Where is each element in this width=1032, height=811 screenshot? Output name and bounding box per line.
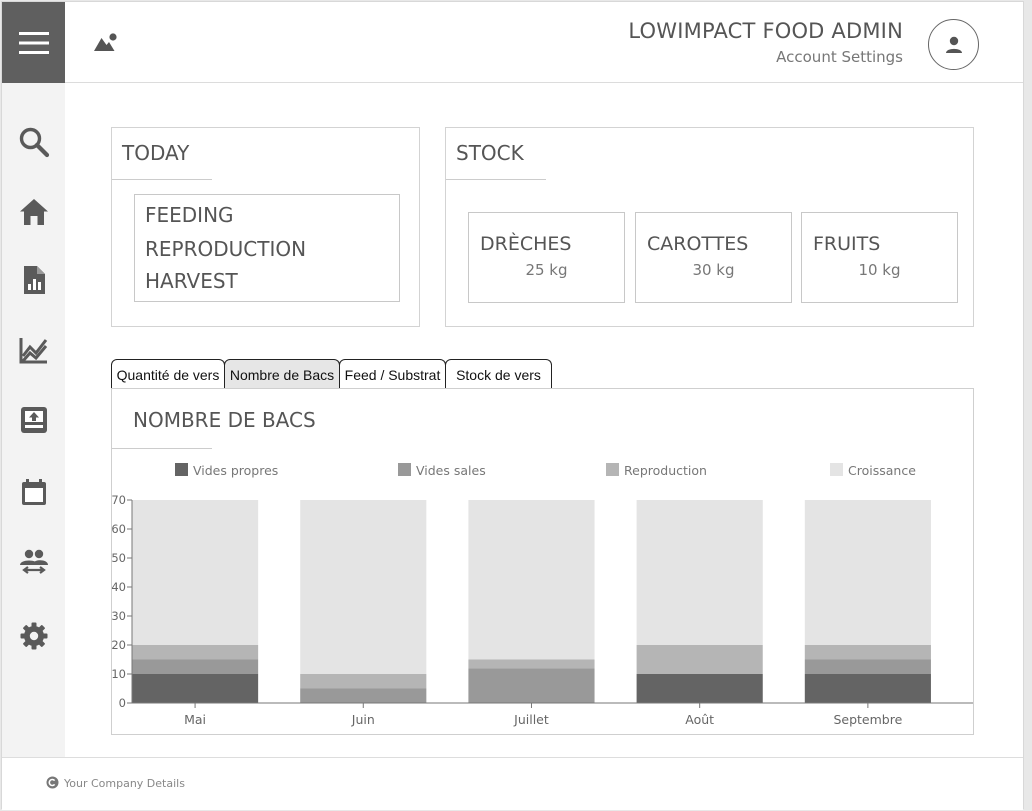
x-tick-label: Juillet: [513, 712, 549, 727]
sidebar-item-settings[interactable]: [2, 613, 65, 659]
x-tick-label: Septembre: [833, 712, 902, 727]
search-icon: [19, 127, 49, 158]
bar-segment: [468, 668, 595, 703]
stock-title: STOCK: [456, 141, 524, 165]
calendar-icon: [21, 479, 46, 505]
today-item-harvest[interactable]: HARVEST: [145, 269, 238, 293]
legend-swatch: [606, 463, 619, 476]
stock-name: FRUITS: [813, 233, 881, 255]
bar-segment: [636, 500, 763, 645]
legend-swatch: [830, 463, 843, 476]
footer-company-details[interactable]: Your Company Details: [64, 777, 185, 790]
legend-label: Vides propres: [193, 463, 278, 478]
sidebar-item-analytics[interactable]: [2, 327, 65, 373]
avatar-button[interactable]: [928, 19, 979, 70]
chart-card: NOMBRE DE BACS Vides propres Vides sales R…: [111, 388, 974, 735]
bar-segment: [468, 500, 595, 660]
title-divider: [112, 179, 212, 180]
stock-card: STOCK DRÈCHES 25 kg CAROTTES 30 kg FRUIT…: [445, 127, 974, 327]
home-icon: [19, 199, 48, 225]
footer: Your Company Details: [2, 757, 1023, 810]
y-tick-label: 10: [112, 667, 126, 681]
sidebar-item-home[interactable]: [2, 189, 65, 235]
people-swap-icon: [19, 549, 48, 574]
stock-quantity: 25 kg: [525, 261, 568, 279]
title-divider: [446, 179, 546, 180]
bar-segment: [132, 645, 259, 660]
app-title: LOWIMPACT FOOD ADMIN: [628, 19, 903, 43]
sidebar-item-calendar[interactable]: [2, 469, 65, 515]
tab-nombre-de-bacs[interactable]: Nombre de Bacs: [224, 359, 340, 389]
y-tick-label: 0: [119, 696, 126, 710]
sidebar-item-people[interactable]: [2, 539, 65, 585]
bar-segment: [468, 659, 595, 669]
y-tick-label: 70: [112, 493, 126, 507]
inbox-icon: [20, 407, 47, 433]
y-tick-label: 40: [112, 580, 126, 594]
copyright-icon: [46, 776, 59, 789]
logo-icon: [94, 33, 117, 51]
sidebar: [2, 83, 65, 757]
sidebar-item-report[interactable]: [2, 257, 65, 303]
bar-segment: [300, 688, 427, 703]
bar-segment: [804, 645, 931, 660]
bar-segment: [636, 674, 763, 703]
bar-segment: [804, 500, 931, 645]
bar-segment: [804, 659, 931, 674]
tab-feed-substrat[interactable]: Feed / Substrat: [339, 359, 446, 389]
legend-swatch: [398, 463, 411, 476]
legend-label: Reproduction: [624, 463, 707, 478]
bar-segment: [132, 674, 259, 703]
stock-item-dreches[interactable]: DRÈCHES 25 kg: [468, 212, 625, 303]
app-window: LOWIMPACT FOOD ADMIN Account Settings TO…: [1, 1, 1024, 810]
hamburger-menu-button[interactable]: [2, 2, 65, 83]
top-bar: LOWIMPACT FOOD ADMIN Account Settings: [65, 2, 1023, 83]
today-task-list: FEEDING REPRODUCTION HARVEST: [134, 194, 400, 302]
bar-segment: [132, 659, 259, 674]
account-settings-link[interactable]: Account Settings: [776, 48, 903, 66]
y-tick-label: 60: [112, 522, 126, 536]
legend-label: Vides sales: [416, 463, 486, 478]
x-tick-label: Août: [685, 712, 714, 727]
y-tick-label: 20: [112, 638, 126, 652]
legend-label: Croissance: [848, 463, 916, 478]
stock-item-fruits[interactable]: FRUITS 10 kg: [801, 212, 958, 303]
x-tick-label: Juin: [351, 712, 375, 727]
tab-stock-de-vers[interactable]: Stock de vers: [445, 359, 552, 389]
hamburger-icon: [18, 31, 49, 54]
today-item-feeding[interactable]: FEEDING: [145, 203, 234, 227]
bar-segment: [300, 674, 427, 689]
sidebar-item-inbox[interactable]: [2, 397, 65, 443]
legend-swatch: [175, 463, 188, 476]
x-tick-label: Mai: [184, 712, 206, 727]
bar-segment: [132, 500, 259, 645]
y-tick-label: 50: [112, 551, 126, 565]
sidebar-item-search[interactable]: [2, 119, 65, 165]
today-item-reproduction[interactable]: REPRODUCTION: [145, 237, 306, 261]
bar-segment: [636, 645, 763, 674]
user-icon: [945, 36, 962, 53]
stock-item-carottes[interactable]: CAROTTES 30 kg: [635, 212, 792, 303]
stock-quantity: 30 kg: [692, 261, 735, 279]
tab-quantite-de-vers[interactable]: Quantité de vers: [111, 359, 225, 389]
stock-name: DRÈCHES: [480, 233, 572, 255]
line-chart-icon: [19, 338, 47, 364]
stock-quantity: 10 kg: [858, 261, 901, 279]
gear-icon: [20, 622, 47, 650]
today-card: TODAY FEEDING REPRODUCTION HARVEST: [111, 127, 420, 327]
y-tick-label: 30: [112, 609, 126, 623]
today-title: TODAY: [122, 141, 190, 165]
bar-segment: [804, 674, 931, 703]
stacked-bar-chart: Vides propres Vides sales Reproduction Croi…: [112, 463, 973, 727]
stock-name: CAROTTES: [647, 233, 749, 255]
bar-segment: [300, 500, 427, 674]
report-icon: [23, 266, 45, 294]
